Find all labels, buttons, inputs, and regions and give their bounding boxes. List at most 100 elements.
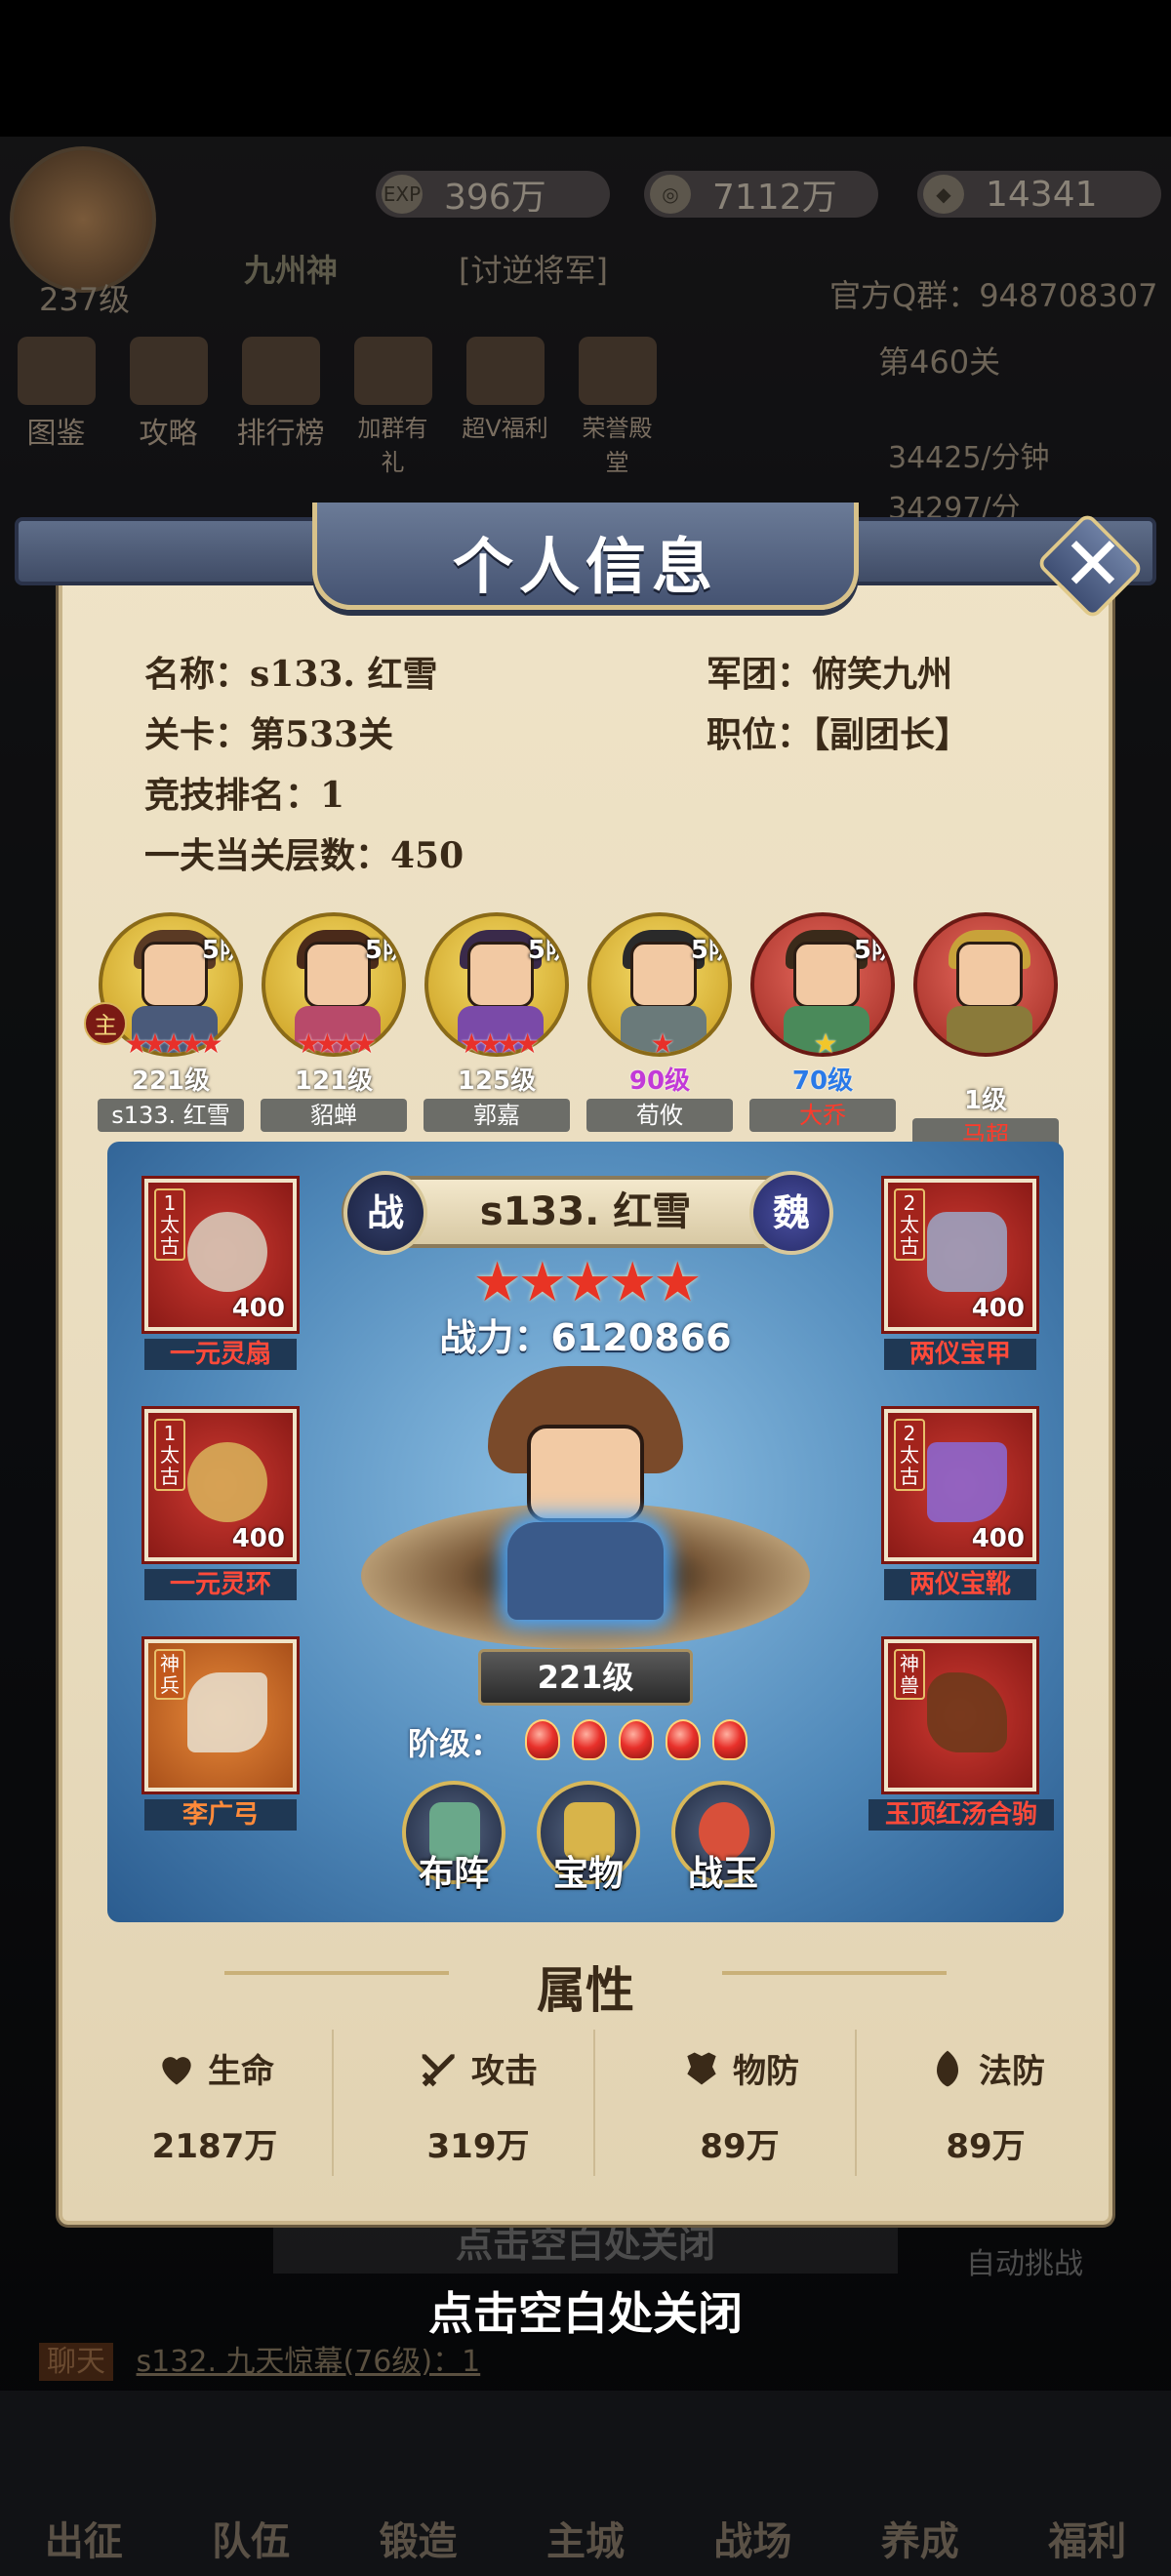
hero-level: 70级 [791,1067,854,1096]
faction-seal-icon: 魏 [749,1171,833,1255]
gold-ingot-icon: ◆ [923,175,964,214]
info-position: 职位：【副团长】 [707,714,971,755]
info-tower-floors: 一夫当关层数：450 [144,835,464,876]
menu-group-gift[interactable]: 加群有礼 [346,337,439,477]
battle-seal-icon: 战 [343,1171,427,1255]
equip-label: 两仪宝甲 [884,1339,1036,1370]
ring-icon [187,1442,267,1522]
attr-hp: 生命 2187万 [107,2044,322,2167]
horse-icon [927,1672,1007,1752]
panel-title: 个人信息 [452,531,718,602]
hero-level: 1级 [963,1086,1008,1115]
nav-welfare[interactable]: 福利 [1048,2510,1126,2566]
menu-ranking[interactable]: 排行榜 [234,337,327,477]
equip-tier-tag: 1太古 [154,1188,185,1261]
nav-battlefield[interactable]: 战场 [713,2510,791,2566]
menu-catalog[interactable]: 图鉴 [10,337,102,477]
catalog-icon [17,337,96,405]
hero-level: 221级 [131,1067,211,1096]
nav-expedition[interactable]: 出征 [45,2510,123,2566]
close-icon[interactable]: ✕ [1054,515,1132,613]
hero-stars: ★ [813,1027,837,1060]
mage-shield-icon [937,2050,958,2086]
equip-slot-armor[interactable]: 2太古 400 [884,1179,1036,1331]
equip-slot-boots[interactable]: 2太古 400 [884,1409,1036,1561]
equip-count: 400 [971,1524,1025,1553]
player-avatar [10,146,156,293]
hero-grade: 5阶 [690,936,732,965]
info-name: 名称：s133. 红雪 [144,654,438,695]
bow-icon [187,1672,267,1752]
nav-forge[interactable]: 锻造 [380,2510,458,2566]
hero-stars: ★★★★ [296,1027,377,1060]
player-name: 九州神 [244,252,339,289]
divider [332,2030,334,2176]
menu-vip-welfare[interactable]: 超V福利 [459,337,551,477]
bottom-nav: 出征 队伍 锻造 主城 战场 养成 福利 [0,2391,1171,2576]
equip-slot-fan[interactable]: 1太古 400 [144,1179,297,1331]
nav-develop[interactable]: 养成 [881,2510,959,2566]
qq-group-text: 官方Q群：948708307 [829,277,1158,314]
rank-gem-icon [619,1719,654,1760]
divider [593,2030,595,2176]
hero-slot[interactable]: 1级 马超 [912,912,1059,1151]
hero-grade: 5阶 [364,936,406,965]
chat-bar[interactable]: 聊天 s132. 九天惊幕(76级)：1 [39,2337,480,2381]
exp-resource: EXP 396万 [376,171,610,218]
hall-icon [578,337,657,405]
boots-icon [927,1442,1007,1522]
player-title-tag: [讨逆将军] [459,252,608,289]
hero-name: 大乔 [749,1099,896,1132]
equip-slot-horse[interactable]: 神兽 [884,1639,1036,1791]
hero-slot[interactable]: 5阶 ★ 90级 荀攸 [586,912,733,1132]
exp-icon: EXP [382,175,423,214]
equip-label: 一元灵扇 [144,1339,297,1370]
menu-guide[interactable]: 攻略 [122,337,215,477]
hero-slot[interactable]: 5阶 ★★★★ 121级 貂蝉 [261,912,407,1132]
attr-attack: 攻击 319万 [371,2044,586,2167]
hero-stars: ★★★★★ [124,1027,223,1060]
equip-count: 400 [231,1294,285,1323]
attr-magic-def: 法防 89万 [878,2044,1093,2167]
hero-name: 荀攸 [586,1099,733,1132]
hero-lineup: 5阶 主 ★★★★★ 221级 s133. 红雪 5阶 ★★★★ 121级 貂蝉… [84,912,1073,1151]
swords-icon [422,2053,455,2086]
info-legion: 军团：俯笑九州 [707,654,953,695]
hud-menu: 图鉴 攻略 排行榜 加群有礼 超V福利 荣誉殿堂 [10,337,664,477]
equip-tier-tag: 神兽 [894,1649,925,1700]
nav-team[interactable]: 队伍 [212,2510,290,2566]
nav-main-city[interactable]: 主城 [546,2510,625,2566]
hero-slot[interactable]: 5阶 主 ★★★★★ 221级 s133. 红雪 [84,912,244,1132]
hero-grade: 5阶 [527,936,569,965]
hero-level-plate: 221级 [478,1649,693,1706]
equip-tier-tag: 1太古 [154,1419,185,1491]
heart-icon [162,2056,191,2084]
coin-icon: ◎ [650,175,691,214]
battle-jade-button[interactable]: 战玉 [669,1781,777,1896]
ranking-icon [241,337,320,405]
tap-to-close-hint[interactable]: 点击空白处关闭 [293,2278,878,2343]
equip-slot-bow[interactable]: 神兵 [144,1639,297,1791]
equip-tier-tag: 神兵 [154,1649,185,1700]
hero-star-rating: ★★★★★ [472,1251,702,1314]
equip-label: 玉顶红汤合驹 [868,1799,1054,1831]
info-arena-rank: 竞技排名：1 [144,775,345,816]
menu-honor-hall[interactable]: 荣誉殿堂 [571,337,664,477]
auto-battle-toggle[interactable]: 自动挑战 [966,2239,1083,2282]
equip-label: 李广弓 [144,1799,297,1831]
attr-value: 89万 [946,2127,1026,2166]
attr-value: 2187万 [151,2127,278,2166]
hero-slot[interactable]: 5阶 ★ 70级 大乔 [749,912,896,1132]
rank-gem-icon [572,1719,607,1760]
rank-gem-icon [712,1719,747,1760]
armor-icon [927,1212,1007,1292]
info-stage: 关卡：第533关 [144,714,394,755]
hero-slot[interactable]: 5阶 ★★★★ 125级 郭嘉 [424,912,570,1132]
equip-tier-tag: 2太古 [894,1419,925,1491]
divider [224,1971,449,1975]
treasure-button[interactable]: 宝物 [535,1781,642,1896]
formation-button[interactable]: 布阵 [400,1781,507,1896]
gift-icon [353,337,432,405]
attr-phys-def: 物防 89万 [632,2044,847,2167]
equip-slot-ring[interactable]: 1太古 400 [144,1409,297,1561]
